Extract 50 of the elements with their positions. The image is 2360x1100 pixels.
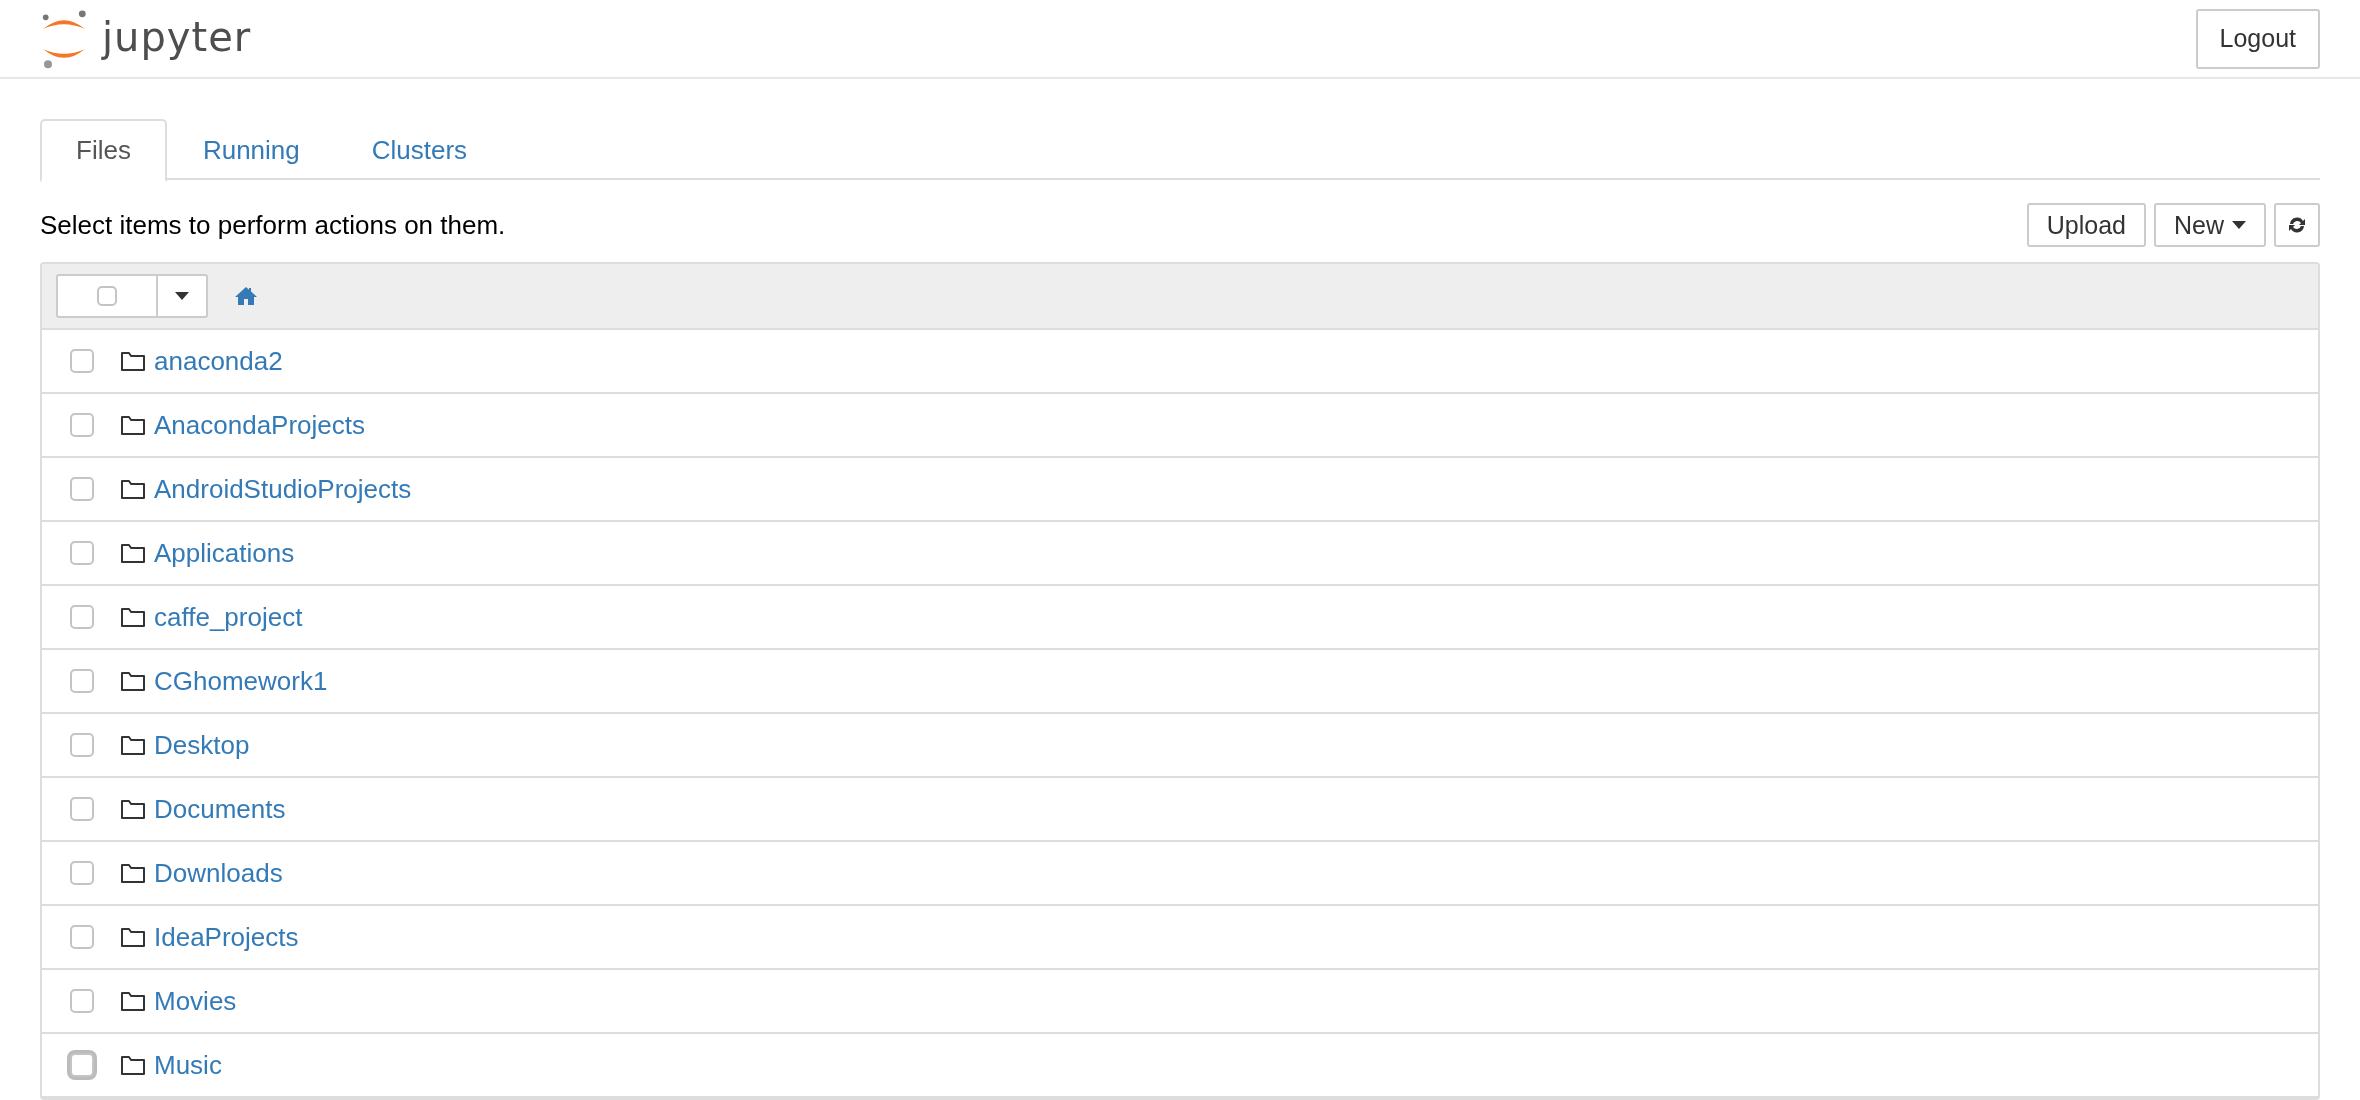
checkbox[interactable] — [70, 541, 94, 565]
caret-icon — [175, 292, 189, 300]
file-link[interactable]: anaconda2 — [154, 345, 283, 377]
file-link[interactable]: Documents — [154, 793, 286, 825]
folder-icon — [120, 350, 146, 372]
checkbox[interactable] — [70, 925, 94, 949]
checkbox[interactable] — [70, 669, 94, 693]
folder-icon — [120, 1054, 146, 1076]
folder-icon — [120, 734, 146, 756]
home-icon[interactable] — [234, 286, 258, 306]
folder-icon — [120, 862, 146, 884]
file-link[interactable]: CGhomework1 — [154, 665, 328, 697]
new-button[interactable]: New — [2154, 203, 2266, 247]
file-link[interactable]: Applications — [154, 537, 295, 569]
logo-icon — [40, 8, 88, 69]
folder-icon — [120, 478, 146, 500]
select-all-checkbox[interactable] — [97, 286, 117, 306]
folder-icon — [120, 606, 146, 628]
checkbox[interactable] — [70, 733, 94, 757]
folder-icon — [120, 542, 146, 564]
file-link[interactable]: Movies — [154, 985, 237, 1017]
tab[interactable]: Files — [40, 119, 167, 182]
select-dropdown[interactable] — [56, 274, 208, 318]
checkbox[interactable] — [70, 477, 94, 501]
folder-icon — [120, 414, 146, 436]
logo-text[interactable]: jupyter — [102, 16, 252, 61]
checkbox[interactable] — [70, 797, 94, 821]
folder-icon — [120, 926, 146, 948]
caret-icon — [2232, 221, 2246, 229]
checkbox[interactable] — [70, 349, 94, 373]
file-link[interactable]: Downloads — [154, 857, 283, 889]
instruction-text: Select items to perform actions on them. — [40, 209, 506, 241]
file-link[interactable]: Desktop — [154, 729, 250, 761]
file-link[interactable]: IdeaProjects — [154, 921, 299, 953]
tab[interactable]: Clusters — [335, 119, 504, 180]
refresh-button[interactable] — [2274, 203, 2320, 247]
checkbox[interactable] — [70, 861, 94, 885]
upload-button[interactable]: Upload — [2026, 203, 2146, 247]
folder-icon — [120, 670, 146, 692]
logout-button[interactable]: Logout — [2195, 8, 2320, 69]
checkbox[interactable] — [70, 413, 94, 437]
checkbox[interactable] — [70, 605, 94, 629]
checkbox[interactable] — [70, 989, 94, 1013]
file-link[interactable]: AndroidStudioProjects — [154, 473, 412, 505]
file-link[interactable]: AnacondaProjects — [154, 409, 366, 441]
file-link[interactable]: Music — [154, 1049, 222, 1081]
tab[interactable]: Running — [166, 119, 336, 180]
file-link[interactable]: caffe_project — [154, 601, 303, 633]
folder-icon — [120, 798, 146, 820]
folder-icon — [120, 990, 146, 1012]
